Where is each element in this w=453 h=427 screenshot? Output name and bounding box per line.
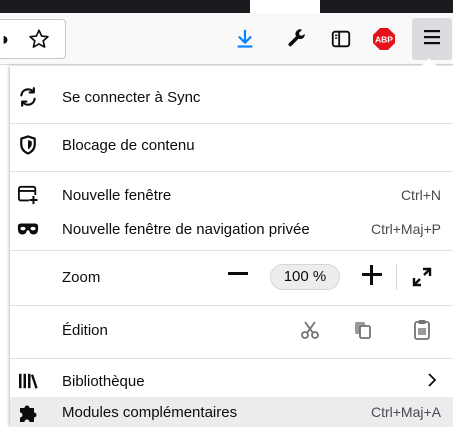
menu-item-addons[interactable]: Modules complémentaires Ctrl+Maj+A <box>10 397 453 427</box>
edit-label: Édition <box>62 321 108 339</box>
chevron-right-icon <box>427 372 437 390</box>
menu-separator <box>10 250 453 251</box>
copy-icon[interactable] <box>350 315 376 345</box>
hamburger-menu-icon <box>422 27 442 52</box>
zoom-label: Zoom <box>62 268 101 286</box>
cut-icon[interactable] <box>297 315 323 345</box>
download-icon[interactable] <box>230 24 260 54</box>
navigation-toolbar: ◗ ABP <box>0 13 453 65</box>
menu-item-label: Nouvelle fenêtre <box>62 186 172 204</box>
menu-separator <box>10 305 453 306</box>
paste-icon[interactable] <box>409 315 435 345</box>
menu-item-shortcut: Ctrl+Maj+A <box>370 404 441 420</box>
titlebar-dark-region <box>0 0 250 13</box>
menu-item-new-window[interactable]: Nouvelle fenêtre Ctrl+N <box>10 177 453 213</box>
library-icon <box>16 369 40 393</box>
new-window-icon <box>16 183 40 207</box>
menu-item-sync[interactable]: Se connecter à Sync <box>10 79 453 115</box>
menu-item-label: Modules complémentaires <box>62 403 238 421</box>
url-bar-edge-glyph: ◗ <box>0 29 11 49</box>
menu-row-edit: Édition <box>10 315 453 345</box>
hamburger-menu-button[interactable] <box>412 18 452 60</box>
menu-item-label: Bibliothèque <box>62 372 145 390</box>
window-titlebar <box>0 0 453 13</box>
app-menu-panel: Se connecter à Sync Blocage de contenu N… <box>10 66 453 427</box>
sidebar-icon[interactable] <box>326 24 356 54</box>
menu-item-shortcut: Ctrl+N <box>400 187 441 203</box>
url-bar[interactable]: ◗ <box>0 19 66 59</box>
star-icon[interactable] <box>24 24 54 54</box>
zoom-divider <box>396 264 397 290</box>
plus-icon-v <box>370 265 373 285</box>
adblock-plus-text: ABP <box>375 35 393 45</box>
menu-item-library[interactable]: Bibliothèque <box>10 363 453 399</box>
menu-separator <box>10 123 453 124</box>
titlebar-dark-region-right <box>320 0 453 13</box>
menu-item-label: Nouvelle fenêtre de navigation privée <box>62 220 310 238</box>
menu-separator <box>10 171 453 172</box>
wrench-icon[interactable] <box>282 24 312 54</box>
fullscreen-icon[interactable] <box>409 262 435 292</box>
shield-icon <box>16 133 40 157</box>
sync-icon <box>16 85 40 109</box>
panel-arrow <box>420 58 438 67</box>
private-mask-icon <box>16 217 40 241</box>
menu-item-shortcut: Ctrl+Maj+P <box>370 221 441 237</box>
menu-item-content-blocking[interactable]: Blocage de contenu <box>10 127 453 163</box>
adblock-plus-icon[interactable]: ABP <box>369 24 399 54</box>
menu-item-label: Se connecter à Sync <box>62 88 201 106</box>
menu-item-private-window[interactable]: Nouvelle fenêtre de navigation privée Ct… <box>10 211 453 247</box>
zoom-out-button[interactable] <box>228 272 248 275</box>
menu-item-label: Blocage de contenu <box>62 136 195 154</box>
menu-separator <box>10 358 453 359</box>
menu-row-zoom: Zoom 100 % <box>10 262 453 292</box>
zoom-reset-button[interactable]: 100 % <box>270 264 340 290</box>
puzzle-icon <box>16 400 40 424</box>
